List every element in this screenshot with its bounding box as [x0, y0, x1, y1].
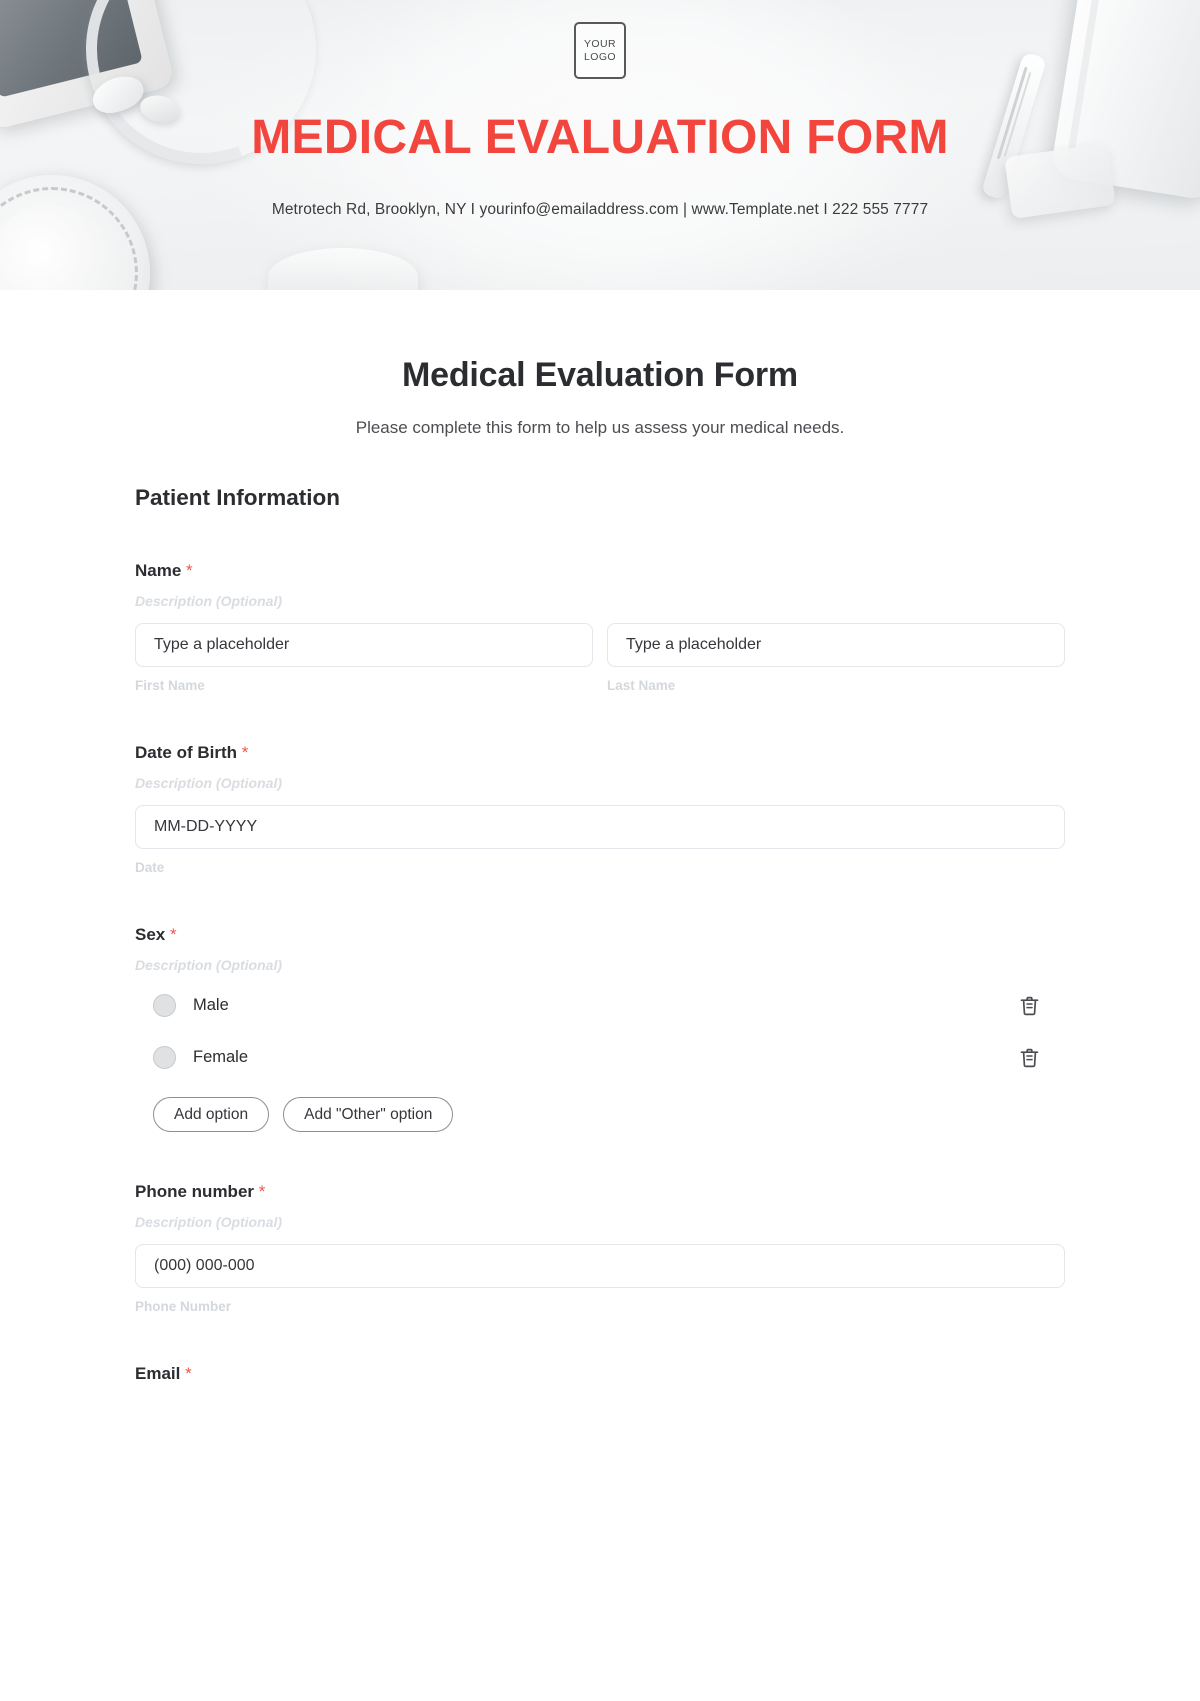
- add-other-option-button[interactable]: Add "Other" option: [283, 1097, 454, 1132]
- field-name-input-row: First Name Last Name: [135, 623, 1065, 693]
- option-label: Female: [193, 1047, 249, 1066]
- add-option-button[interactable]: Add option: [153, 1097, 270, 1132]
- field-date-of-birth-label: Date of Birth *: [135, 743, 1065, 763]
- field-date-of-birth-label-text: Date of Birth: [135, 743, 237, 762]
- field-date-of-birth-description: Description (Optional): [135, 775, 282, 791]
- field-phone-number-description: Description (Optional): [135, 1214, 282, 1230]
- required-asterisk: *: [169, 925, 177, 944]
- field-sex: Sex * Description (Optional) Male Female…: [135, 925, 1065, 1132]
- field-name-description: Description (Optional): [135, 593, 282, 609]
- field-phone-number-input-row: Phone Number: [135, 1244, 1065, 1314]
- field-phone-number: Phone number * Description (Optional) Ph…: [135, 1182, 1065, 1314]
- field-email: Email *: [135, 1364, 1065, 1384]
- radio-icon[interactable]: [153, 993, 176, 1017]
- banner-contact-line: Metrotech Rd, Brooklyn, NY I yourinfo@em…: [271, 201, 929, 218]
- phone-number-sub-label: Phone Number: [135, 1299, 232, 1314]
- field-email-label-text: Email: [135, 1364, 181, 1383]
- field-sex-label-text: Sex: [135, 925, 166, 944]
- field-date-of-birth-input-row: Date: [135, 805, 1065, 875]
- field-phone-number-label-text: Phone number: [135, 1182, 255, 1201]
- field-name-first-col: First Name: [135, 623, 593, 693]
- field-name-last-col: Last Name: [607, 623, 1065, 693]
- field-sex-description: Description (Optional): [135, 957, 282, 973]
- form-title: Medical Evaluation Form: [402, 356, 798, 394]
- field-date-of-birth: Date of Birth * Description (Optional) D…: [135, 743, 1065, 875]
- banner-title: MEDICAL EVALUATION FORM: [251, 111, 949, 164]
- required-asterisk: *: [185, 1364, 192, 1383]
- trash-icon[interactable]: [1016, 1044, 1042, 1070]
- field-date-of-birth-col: Date: [135, 805, 1065, 875]
- form-subtitle: Please complete this form to help us ass…: [355, 418, 845, 437]
- required-asterisk: *: [186, 561, 193, 580]
- field-name-label-text: Name: [135, 561, 182, 580]
- option-action-buttons: Add option Add "Other" option: [135, 1097, 1065, 1132]
- section-heading-patient-information: Patient Information: [135, 485, 341, 510]
- trash-icon[interactable]: [1016, 992, 1042, 1018]
- required-asterisk: *: [258, 1182, 266, 1201]
- date-of-birth-sub-label: Date: [135, 860, 165, 875]
- option-row-female[interactable]: Female: [135, 1037, 1065, 1077]
- form-container: Medical Evaluation Form Please complete …: [135, 356, 1065, 1384]
- radio-icon[interactable]: [153, 1045, 176, 1069]
- page-banner: YOUR LOGO MEDICAL EVALUATION FORM Metrot…: [0, 0, 1200, 290]
- date-of-birth-input[interactable]: [135, 805, 1065, 849]
- company-logo-placeholder: YOUR LOGO: [574, 22, 626, 79]
- field-name-label: Name *: [135, 561, 1065, 581]
- field-name: Name * Description (Optional) First Name…: [135, 561, 1065, 693]
- option-row-male[interactable]: Male: [135, 985, 1065, 1025]
- field-email-label: Email *: [135, 1364, 1065, 1384]
- last-name-sub-label: Last Name: [607, 678, 676, 693]
- first-name-input[interactable]: [135, 623, 593, 667]
- first-name-sub-label: First Name: [135, 678, 205, 693]
- option-label: Male: [193, 995, 229, 1014]
- field-phone-number-col: Phone Number: [135, 1244, 1065, 1314]
- required-asterisk: *: [241, 743, 249, 762]
- form-page: Medical Evaluation Form Please complete …: [0, 290, 1200, 1384]
- last-name-input[interactable]: [607, 623, 1065, 667]
- logo-line-one: YOUR: [584, 37, 616, 50]
- logo-line-two: LOGO: [584, 50, 616, 63]
- field-phone-number-label: Phone number *: [135, 1182, 1065, 1202]
- field-sex-label: Sex *: [135, 925, 1065, 945]
- phone-number-input[interactable]: [135, 1244, 1065, 1288]
